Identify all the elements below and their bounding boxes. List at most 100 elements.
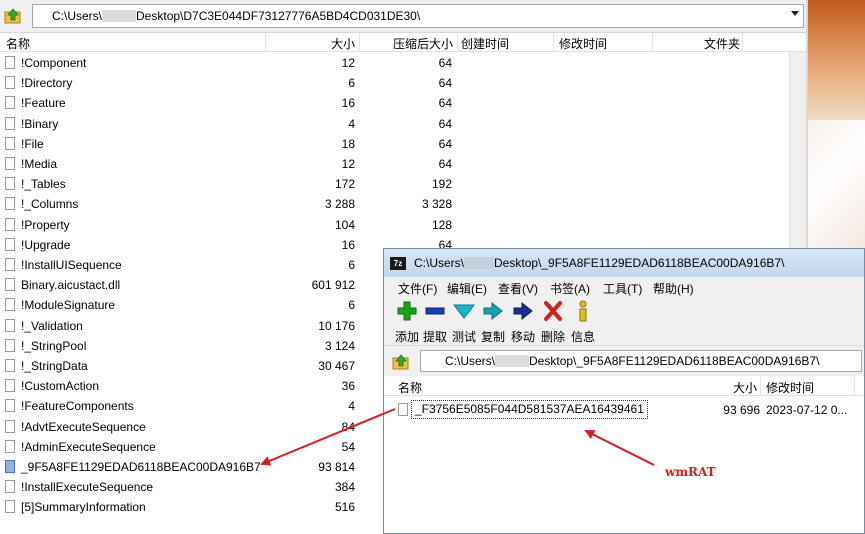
check-icon xyxy=(453,304,475,319)
file-icon xyxy=(5,460,15,473)
col-name[interactable]: 名称 xyxy=(6,35,30,52)
inner-archive-window: 7z C:\Users\ Desktop\_9F5A8FE1129EDAD6118… xyxy=(383,248,865,534)
file-name: !_Tables xyxy=(21,177,66,192)
table-row[interactable]: !Feature 16 64 xyxy=(0,93,460,113)
extract-button[interactable]: 提取 xyxy=(422,300,448,344)
test-button[interactable]: 测试 xyxy=(451,300,477,344)
path-input[interactable]: C:\Users\ Desktop\D7C3E044DF73127776A5BD4… xyxy=(32,4,804,28)
file-size: 104 xyxy=(334,217,355,232)
file-icon xyxy=(5,419,15,433)
add-button[interactable]: 添加 xyxy=(394,300,420,344)
menu-file[interactable]: 文件(F) xyxy=(398,280,437,297)
table-row[interactable]: !Binary 4 64 xyxy=(0,114,460,134)
file-name: [5]SummaryInformation xyxy=(21,500,146,515)
file-name: !File xyxy=(21,136,44,151)
delete-button[interactable]: 删除 xyxy=(540,300,566,344)
table-row[interactable]: !Media 12 64 xyxy=(0,154,460,174)
background-wallpaper-highlight xyxy=(808,120,865,260)
file-packed-size: 192 xyxy=(431,177,452,192)
file-icon xyxy=(5,480,15,494)
table-row[interactable]: !_Columns 3 288 3 328 xyxy=(0,194,460,214)
col-name-2[interactable]: 名称 xyxy=(398,379,422,396)
file-size: 6 xyxy=(348,258,355,272)
table-row[interactable]: !_Tables 172 192 xyxy=(0,174,460,194)
menu-tools[interactable]: 工具(T) xyxy=(603,280,642,297)
file-size: 18 xyxy=(341,136,355,151)
copy-arrow-icon xyxy=(483,301,503,321)
col-packed-size[interactable]: 压缩后大小 xyxy=(393,35,453,52)
file-icon xyxy=(5,116,15,130)
file-size: 172 xyxy=(334,177,355,192)
path-prefix-2: C:\Users\ xyxy=(445,354,496,368)
move-button[interactable]: 移动 xyxy=(510,300,536,344)
col-size[interactable]: 大小 xyxy=(331,35,355,52)
table-row[interactable]: !Component 12 64 xyxy=(0,53,460,73)
path-suffix-2: Desktop\_9F5A8FE1129EDAD6118BEAC00DA916B… xyxy=(529,354,820,368)
folder-up-icon[interactable] xyxy=(4,7,22,25)
folder-up-icon[interactable] xyxy=(392,353,410,374)
col-folder[interactable]: 文件夹 xyxy=(704,35,740,52)
file-name: !CustomAction xyxy=(21,379,100,394)
file-packed-size: 64 xyxy=(438,76,452,91)
path-prefix: C:\Users\ xyxy=(52,9,103,23)
title-suffix: Desktop\_9F5A8FE1129EDAD6118BEAC00DA916B… xyxy=(494,256,785,270)
path-input-2[interactable]: C:\Users\ Desktop\_9F5A8FE1129EDAD6118BEA… xyxy=(420,350,862,372)
file-name: !_Validation xyxy=(21,318,83,333)
file-size: 601 912 xyxy=(311,278,355,293)
file-icon xyxy=(5,379,15,393)
chevron-down-icon[interactable] xyxy=(791,11,799,16)
file-icon xyxy=(5,136,15,150)
file-icon xyxy=(5,56,15,69)
copy-button[interactable]: 复制 xyxy=(480,300,506,344)
file-size: 6 xyxy=(348,76,355,91)
info-button[interactable]: 信息 xyxy=(570,300,596,344)
delete-x-icon xyxy=(544,301,562,321)
table-row[interactable]: !Property 104 128 xyxy=(0,215,460,235)
col-modified-2[interactable]: 修改时间 xyxy=(766,379,814,396)
file-name: !FeatureComponents xyxy=(21,399,134,414)
delete-label: 删除 xyxy=(540,330,565,344)
menu-bookmarks[interactable]: 书签(A) xyxy=(550,280,590,297)
file-name: !_StringPool xyxy=(21,338,87,353)
address-bar-2: C:\Users\ Desktop\_9F5A8FE1129EDAD6118BEA… xyxy=(384,346,864,376)
file-icon xyxy=(5,177,15,191)
malware-annotation-label: wmRAT xyxy=(665,465,716,479)
file-size: 93 814 xyxy=(318,460,355,474)
menu-edit[interactable]: 编辑(E) xyxy=(447,280,487,297)
file-icon xyxy=(5,338,15,352)
info-icon xyxy=(579,300,587,322)
table-row[interactable]: !File 18 64 xyxy=(0,134,460,154)
file-name: Binary.aicustact.dll xyxy=(21,278,121,293)
menu-bar: 文件(F) 编辑(E) 查看(V) 书签(A) 工具(T) 帮助(H) xyxy=(384,277,864,297)
redacted-username xyxy=(102,10,137,22)
copy-label: 复制 xyxy=(480,330,505,344)
file-name: !Directory xyxy=(21,76,73,91)
col-modified[interactable]: 修改时间 xyxy=(559,35,607,52)
file-name: !_Columns xyxy=(21,197,79,212)
menu-help[interactable]: 帮助(H) xyxy=(653,280,694,297)
col-size-2[interactable]: 大小 xyxy=(733,379,757,396)
file-name: _F3756E5085F044D581537AEA16439461 xyxy=(411,400,648,419)
path-suffix: Desktop\D7C3E044DF73127776A5BD4CD031DE30… xyxy=(136,9,421,23)
file-icon xyxy=(5,237,15,251)
file-icon xyxy=(5,197,15,211)
col-created[interactable]: 创建时间 xyxy=(461,35,509,52)
app-7z-icon: 7z xyxy=(390,257,406,270)
file-size: 516 xyxy=(334,500,355,515)
file-size: 384 xyxy=(334,480,355,495)
menu-view[interactable]: 查看(V) xyxy=(498,280,538,297)
file-icon xyxy=(5,318,15,332)
table-row[interactable]: !Directory 6 64 xyxy=(0,73,460,93)
file-size: 12 xyxy=(341,157,355,171)
address-bar: C:\Users\ Desktop\D7C3E044DF73127776A5BD4… xyxy=(0,0,806,33)
file-name: !Feature xyxy=(21,96,66,111)
table-row[interactable]: _F3756E5085F044D581537AEA16439461 93 696… xyxy=(384,400,864,420)
plus-icon xyxy=(397,301,417,321)
redacted-username xyxy=(495,355,530,367)
file-icon xyxy=(5,500,15,514)
file-size: 6 xyxy=(348,298,355,313)
file-packed-size: 64 xyxy=(438,136,452,151)
file-name: !AdminExecuteSequence xyxy=(21,439,156,454)
file-packed-size: 64 xyxy=(438,116,452,131)
title-bar: 7z C:\Users\ Desktop\_9F5A8FE1129EDAD6118… xyxy=(384,249,864,277)
